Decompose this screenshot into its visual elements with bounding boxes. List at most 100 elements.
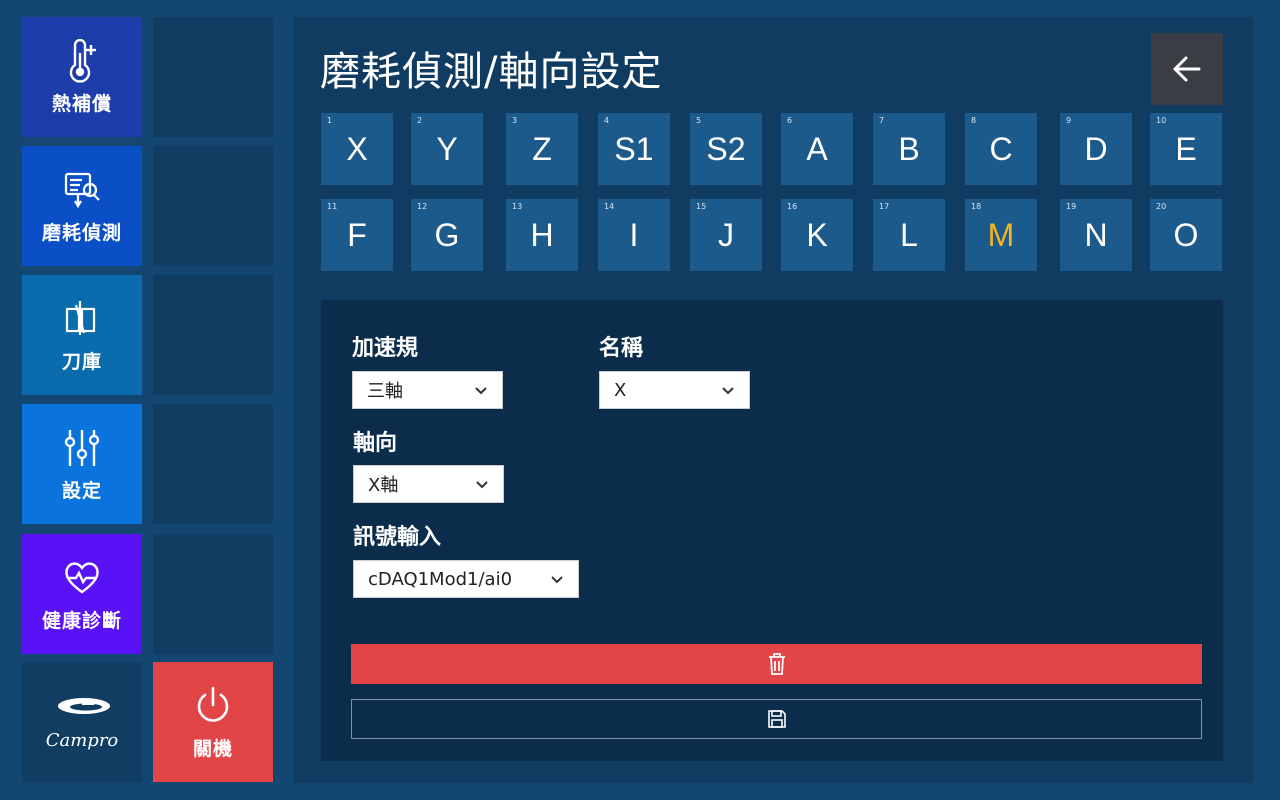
accelerometer-value: 三軸 <box>367 381 403 402</box>
logo-text: Campro <box>45 729 119 751</box>
axis-button-e[interactable]: 10 E <box>1150 113 1222 185</box>
axis-button-a[interactable]: 6A <box>781 113 853 185</box>
sidebar-item-label: 磨耗偵測 <box>41 221 122 244</box>
axis-label: Y <box>436 130 458 167</box>
accelerometer-select[interactable]: 三軸 <box>352 371 503 409</box>
campro-logo: Campro <box>22 662 142 782</box>
axis-label: O <box>1173 216 1199 253</box>
chevron-down-icon <box>722 387 734 395</box>
axis-button-j[interactable]: 15 J <box>690 199 762 271</box>
signal-input-select[interactable]: cDAQ1Mod1/ai0 <box>353 560 579 598</box>
axis-button-m[interactable]: 18 M <box>965 199 1037 271</box>
sidebar-blank-tile <box>153 534 273 654</box>
direction-label: 軸向 <box>353 431 398 456</box>
sidebar-item-thermal-compensation[interactable]: 熱補償 <box>22 17 142 137</box>
axis-label: F <box>347 216 367 253</box>
axis-button-n[interactable]: 19 N <box>1060 199 1132 271</box>
sidebar-item-label: 健康診斷 <box>41 609 122 632</box>
trash-icon <box>768 653 785 675</box>
arrow-left-icon <box>1173 56 1201 82</box>
axis-label: S2 <box>706 130 746 167</box>
axis-number: 18 <box>971 202 982 211</box>
axis-label: S1 <box>614 130 654 167</box>
axis-button-o[interactable]: 20 O <box>1150 199 1222 271</box>
axis-label: H <box>530 216 554 253</box>
axis-label: I <box>629 216 639 253</box>
axis-button-i[interactable]: 14 I <box>598 199 670 271</box>
sidebar-blank-tile <box>153 17 273 137</box>
axis-number: 10 <box>1156 116 1167 125</box>
chevron-down-icon <box>475 387 487 395</box>
axis-button-g[interactable]: 12 G <box>411 199 483 271</box>
axis-button-c[interactable]: 8C <box>965 113 1037 185</box>
axis-number: 13 <box>512 202 523 211</box>
tool-magazine-icon <box>62 297 102 341</box>
direction-select[interactable]: X軸 <box>353 465 504 503</box>
sidebar-item-wear-detection[interactable]: 磨耗偵測 <box>22 146 142 266</box>
back-button[interactable] <box>1151 33 1223 105</box>
axis-button-f[interactable]: 11 F <box>321 199 393 271</box>
axis-label: G <box>434 216 460 253</box>
axis-number: 14 <box>604 202 615 211</box>
axis-button-k[interactable]: 16 K <box>781 199 853 271</box>
chevron-down-icon <box>476 481 488 489</box>
axis-label: N <box>1084 216 1108 253</box>
axis-number: 1 <box>327 116 333 125</box>
direction-value: X軸 <box>368 475 399 496</box>
power-off-button[interactable]: 關機 <box>153 662 273 782</box>
axis-label: L <box>900 216 918 253</box>
sidebar-item-label: 刀庫 <box>61 350 102 373</box>
axis-number: 4 <box>604 116 610 125</box>
save-icon <box>767 710 786 728</box>
axis-number: 5 <box>696 116 702 125</box>
axis-button-b[interactable]: 7B <box>873 113 945 185</box>
sidebar-item-tool-magazine[interactable]: 刀庫 <box>22 275 142 395</box>
tool-wear-search-icon <box>62 168 102 212</box>
delete-button[interactable] <box>351 644 1202 684</box>
axis-label: C <box>989 130 1013 167</box>
axis-label: K <box>806 216 828 253</box>
sidebar-item-settings[interactable]: 設定 <box>22 404 142 524</box>
save-button[interactable] <box>351 699 1202 739</box>
axis-number: 9 <box>1066 116 1072 125</box>
axis-number: 16 <box>787 202 798 211</box>
name-select[interactable]: X <box>599 371 750 409</box>
axis-button-x[interactable]: 1X <box>321 113 393 185</box>
axis-label: A <box>806 130 828 167</box>
axis-number: 12 <box>417 202 428 211</box>
sliders-icon <box>62 426 102 470</box>
axis-number: 3 <box>512 116 518 125</box>
axis-number: 11 <box>327 202 338 211</box>
logo-swoosh-icon <box>58 697 110 714</box>
axis-label: E <box>1175 130 1197 167</box>
thermometer-plus-icon <box>62 38 102 83</box>
sidebar-blank-tile <box>153 275 273 395</box>
axis-button-l[interactable]: 17 L <box>873 199 945 271</box>
power-off-label: 關機 <box>192 737 233 760</box>
sidebar-item-label: 熱補償 <box>51 92 112 115</box>
name-value: X <box>614 379 627 401</box>
settings-form: 加速規 三軸 名稱 X 軸向 X軸 訊號輸入 cDAQ1Mod1/ai0 <box>321 300 1223 761</box>
axis-button-d[interactable]: 9D <box>1060 113 1132 185</box>
axis-button-s2[interactable]: 5 S2 <box>690 113 762 185</box>
axis-label: J <box>718 216 734 253</box>
axis-button-z[interactable]: 3Z <box>506 113 578 185</box>
axis-button-h[interactable]: 13 H <box>506 199 578 271</box>
accelerometer-label: 加速規 <box>352 336 419 361</box>
axis-number: 7 <box>879 116 885 125</box>
signal-input-label: 訊號輸入 <box>353 525 442 550</box>
axis-number: 2 <box>417 116 423 125</box>
heart-pulse-icon <box>62 556 102 600</box>
axis-label: X <box>346 130 368 167</box>
main-panel: 磨耗偵測/軸向設定 1 X 2 Y 3 Z 4 S1 5 S2 6 A 7 B 8 C 9 D 10 E 11 F 12 G 1… <box>294 17 1253 783</box>
power-icon <box>193 684 233 728</box>
page-title: 磨耗偵測/軸向設定 <box>320 49 663 95</box>
axis-label: Z <box>532 130 552 167</box>
chevron-down-icon <box>551 576 563 584</box>
sidebar-item-label: 設定 <box>61 479 102 502</box>
axis-number: 8 <box>971 116 977 125</box>
axis-button-y[interactable]: 2Y <box>411 113 483 185</box>
sidebar-item-health-diagnosis[interactable]: 健康診斷 <box>22 534 142 654</box>
axis-number: 17 <box>879 202 890 211</box>
axis-button-s1[interactable]: 4 S1 <box>598 113 670 185</box>
